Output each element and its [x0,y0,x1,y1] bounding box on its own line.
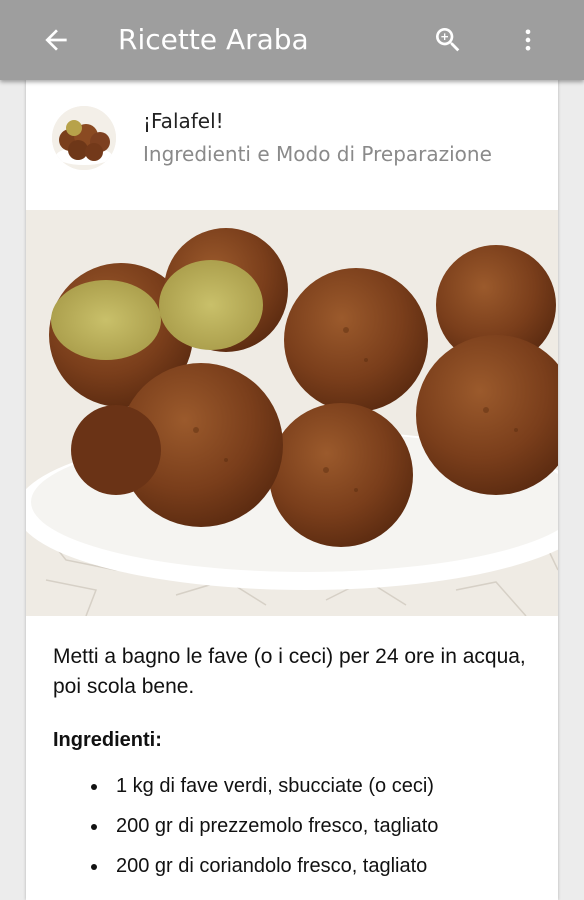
bullet-icon [91,864,97,870]
list-item: 200 gr di coriandolo fresco, tagliato [53,852,543,880]
bullet-icon [91,784,97,790]
bullet-icon [91,824,97,830]
ingredient-text: 1 kg di fave verdi, sbucciate (o ceci) [116,775,434,797]
ingredients-list: 1 kg di fave verdi, sbucciate (o ceci) 2… [53,772,543,880]
ingredient-text: 200 gr di prezzemolo fresco, tagliato [116,815,439,837]
more-vert-icon[interactable] [514,24,542,56]
recipe-intro: Metti a bagno le fave (o i ceci) per 24 … [53,645,526,698]
recipe-body: Metti a bagno le fave (o i ceci) per 24 … [53,642,543,892]
recipe-card: ¡Falafel! Ingredienti e Modo di Preparaz… [26,80,558,900]
recipe-subtitle: Ingredienti e Modo di Preparazione [143,142,492,166]
search-icon[interactable] [432,24,464,56]
arrow-back-icon[interactable] [40,24,72,56]
ingredients-heading: Ingredienti: [53,729,162,751]
ingredient-text: 200 gr di coriandolo fresco, tagliato [116,855,428,877]
falafel-thumbnail [52,106,116,170]
recipe-title: ¡Falafel! [143,109,224,133]
app-bar: Ricette Araba [0,0,584,80]
recipe-header[interactable]: ¡Falafel! Ingredienti e Modo di Preparaz… [26,80,558,210]
list-item: 200 gr di prezzemolo fresco, tagliato [53,812,543,840]
falafel-photo [26,210,558,616]
list-item: 1 kg di fave verdi, sbucciate (o ceci) [53,772,543,800]
app-title: Ricette Araba [118,23,309,56]
